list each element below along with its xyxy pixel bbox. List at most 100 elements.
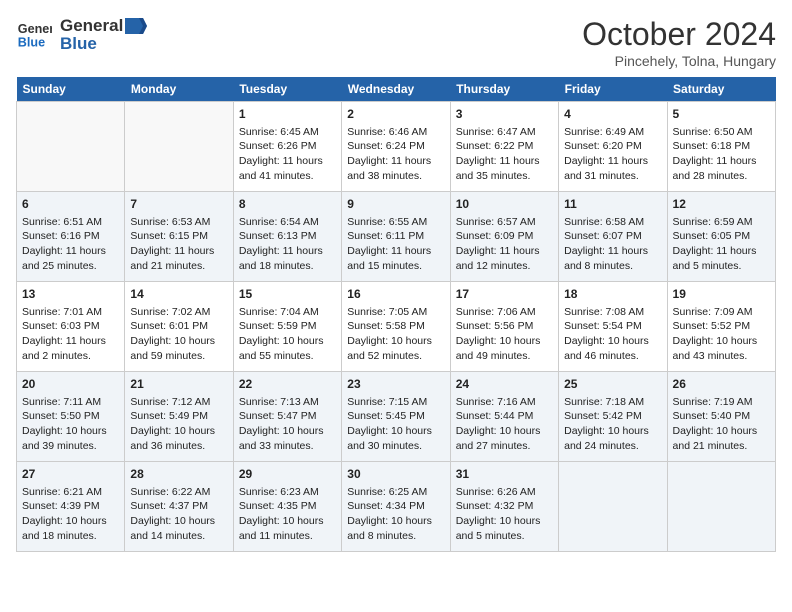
cell-content-line: Daylight: 11 hours and 21 minutes. [130, 244, 227, 273]
cell-content-line: Daylight: 10 hours and 24 minutes. [564, 424, 661, 453]
logo-blue: Blue [60, 34, 147, 54]
cell-content-line: Sunrise: 7:08 AM [564, 305, 661, 320]
cell-content-line: Sunset: 6:24 PM [347, 139, 444, 154]
calendar-cell: 13Sunrise: 7:01 AMSunset: 6:03 PMDayligh… [17, 282, 125, 372]
cell-content-line: Daylight: 11 hours and 38 minutes. [347, 154, 444, 183]
cell-content-line: Sunset: 6:07 PM [564, 229, 661, 244]
cell-content-line: Sunset: 5:45 PM [347, 409, 444, 424]
cell-content-line: Sunrise: 7:06 AM [456, 305, 553, 320]
calendar-cell: 27Sunrise: 6:21 AMSunset: 4:39 PMDayligh… [17, 462, 125, 552]
weekday-header-friday: Friday [559, 77, 667, 102]
day-number: 31 [456, 466, 553, 483]
cell-content-line: Daylight: 11 hours and 35 minutes. [456, 154, 553, 183]
weekday-header-saturday: Saturday [667, 77, 775, 102]
day-number: 7 [130, 196, 227, 213]
cell-content-line: Daylight: 10 hours and 36 minutes. [130, 424, 227, 453]
day-number: 22 [239, 376, 336, 393]
calendar-cell: 20 Sunrise: 7:11 AMSunset: 5:50 PMDayligh… [17, 372, 125, 462]
cell-content-line: Sunset: 6:09 PM [456, 229, 553, 244]
cell-content-line: Sunrise: 6:21 AM [22, 485, 119, 500]
cell-content-line: Sunset: 6:01 PM [130, 319, 227, 334]
cell-content-line: Sunrise: 6:58 AM [564, 215, 661, 230]
calendar-cell: 7Sunrise: 6:53 AMSunset: 6:15 PMDaylight… [125, 192, 233, 282]
cell-content-line: Daylight: 11 hours and 31 minutes. [564, 154, 661, 183]
cell-content-line: Daylight: 10 hours and 30 minutes. [347, 424, 444, 453]
cell-content-line: Sunrise: 7:15 AM [347, 395, 444, 410]
calendar-cell [17, 102, 125, 192]
cell-content-line: Daylight: 10 hours and 46 minutes. [564, 334, 661, 363]
month-title: October 2024 [582, 16, 776, 53]
calendar-cell: 8Sunrise: 6:54 AMSunset: 6:13 PMDaylight… [233, 192, 341, 282]
cell-content-line: Sunset: 5:52 PM [673, 319, 770, 334]
cell-content-line: Daylight: 10 hours and 27 minutes. [456, 424, 553, 453]
cell-content-line: Sunrise: 6:51 AM [22, 215, 119, 230]
day-number: 13 [22, 286, 119, 303]
calendar-cell [125, 102, 233, 192]
page-header: General Blue General Blue October 2024 P… [16, 16, 776, 69]
day-number: 3 [456, 106, 553, 123]
cell-content-line: Sunrise: 7:05 AM [347, 305, 444, 320]
cell-content-line: Sunset: 4:34 PM [347, 499, 444, 514]
day-number: 28 [130, 466, 227, 483]
cell-content-line: Sunrise: 7:11 AM [22, 395, 119, 410]
calendar-cell: 23 Sunrise: 7:15 AMSunset: 5:45 PMDayligh… [342, 372, 450, 462]
day-number: 16 [347, 286, 444, 303]
weekday-header-row: SundayMondayTuesdayWednesdayThursdayFrid… [17, 77, 776, 102]
weekday-header-wednesday: Wednesday [342, 77, 450, 102]
calendar-cell [559, 462, 667, 552]
cell-content-line: Sunrise: 7:16 AM [456, 395, 553, 410]
day-number: 5 [673, 106, 770, 123]
cell-content-line: Sunrise: 7:19 AM [673, 395, 770, 410]
day-number: 15 [239, 286, 336, 303]
calendar-cell: 11Sunrise: 6:58 AMSunset: 6:07 PMDayligh… [559, 192, 667, 282]
cell-content-line: Sunset: 6:16 PM [22, 229, 119, 244]
cell-content-line: Sunrise: 7:12 AM [130, 395, 227, 410]
day-number: 9 [347, 196, 444, 213]
cell-content-line: Daylight: 10 hours and 39 minutes. [22, 424, 119, 453]
cell-content-line: Sunset: 6:13 PM [239, 229, 336, 244]
calendar-cell: 2Sunrise: 6:46 AMSunset: 6:24 PMDaylight… [342, 102, 450, 192]
cell-content-line: Daylight: 11 hours and 2 minutes. [22, 334, 119, 363]
cell-content-line: Sunrise: 6:47 AM [456, 125, 553, 140]
calendar-cell: 9Sunrise: 6:55 AMSunset: 6:11 PMDaylight… [342, 192, 450, 282]
calendar-table: SundayMondayTuesdayWednesdayThursdayFrid… [16, 77, 776, 552]
svg-text:General: General [18, 22, 52, 36]
cell-content-line: Sunset: 6:20 PM [564, 139, 661, 154]
calendar-cell: 4Sunrise: 6:49 AMSunset: 6:20 PMDaylight… [559, 102, 667, 192]
day-number: 12 [673, 196, 770, 213]
cell-content-line: Sunset: 4:39 PM [22, 499, 119, 514]
calendar-cell: 14Sunrise: 7:02 AMSunset: 6:01 PMDayligh… [125, 282, 233, 372]
calendar-cell: 31Sunrise: 6:26 AMSunset: 4:32 PMDayligh… [450, 462, 558, 552]
calendar-cell: 16Sunrise: 7:05 AMSunset: 5:58 PMDayligh… [342, 282, 450, 372]
cell-content-line: Daylight: 10 hours and 33 minutes. [239, 424, 336, 453]
cell-content-line: Sunset: 5:40 PM [673, 409, 770, 424]
calendar-cell: 21Sunrise: 7:12 AMSunset: 5:49 PMDayligh… [125, 372, 233, 462]
cell-content-line: Sunset: 5:50 PM [22, 409, 119, 424]
cell-content-line: Sunrise: 7:13 AM [239, 395, 336, 410]
logo-icon: General Blue [16, 17, 52, 53]
day-number: 20 [22, 376, 119, 393]
weekday-header-sunday: Sunday [17, 77, 125, 102]
cell-content-line: Sunrise: 7:02 AM [130, 305, 227, 320]
day-number: 23 [347, 376, 444, 393]
calendar-body: 1Sunrise: 6:45 AMSunset: 6:26 PMDaylight… [17, 102, 776, 552]
cell-content-line: Daylight: 10 hours and 5 minutes. [456, 514, 553, 543]
cell-content-line: Sunrise: 6:50 AM [673, 125, 770, 140]
calendar-cell: 3Sunrise: 6:47 AMSunset: 6:22 PMDaylight… [450, 102, 558, 192]
cell-content-line: Sunrise: 6:57 AM [456, 215, 553, 230]
weekday-header-monday: Monday [125, 77, 233, 102]
cell-content-line: Daylight: 10 hours and 18 minutes. [22, 514, 119, 543]
cell-content-line: Sunset: 6:15 PM [130, 229, 227, 244]
location-subtitle: Pincehely, Tolna, Hungary [582, 53, 776, 69]
cell-content-line: Daylight: 10 hours and 49 minutes. [456, 334, 553, 363]
calendar-cell: 10Sunrise: 6:57 AMSunset: 6:09 PMDayligh… [450, 192, 558, 282]
cell-content-line: Daylight: 10 hours and 43 minutes. [673, 334, 770, 363]
cell-content-line: Daylight: 11 hours and 25 minutes. [22, 244, 119, 273]
cell-content-line: Sunset: 5:44 PM [456, 409, 553, 424]
cell-content-line: Sunrise: 6:45 AM [239, 125, 336, 140]
calendar-header: SundayMondayTuesdayWednesdayThursdayFrid… [17, 77, 776, 102]
cell-content-line: Sunset: 6:18 PM [673, 139, 770, 154]
title-block: October 2024 Pincehely, Tolna, Hungary [582, 16, 776, 69]
cell-content-line: Sunset: 5:58 PM [347, 319, 444, 334]
day-number: 18 [564, 286, 661, 303]
